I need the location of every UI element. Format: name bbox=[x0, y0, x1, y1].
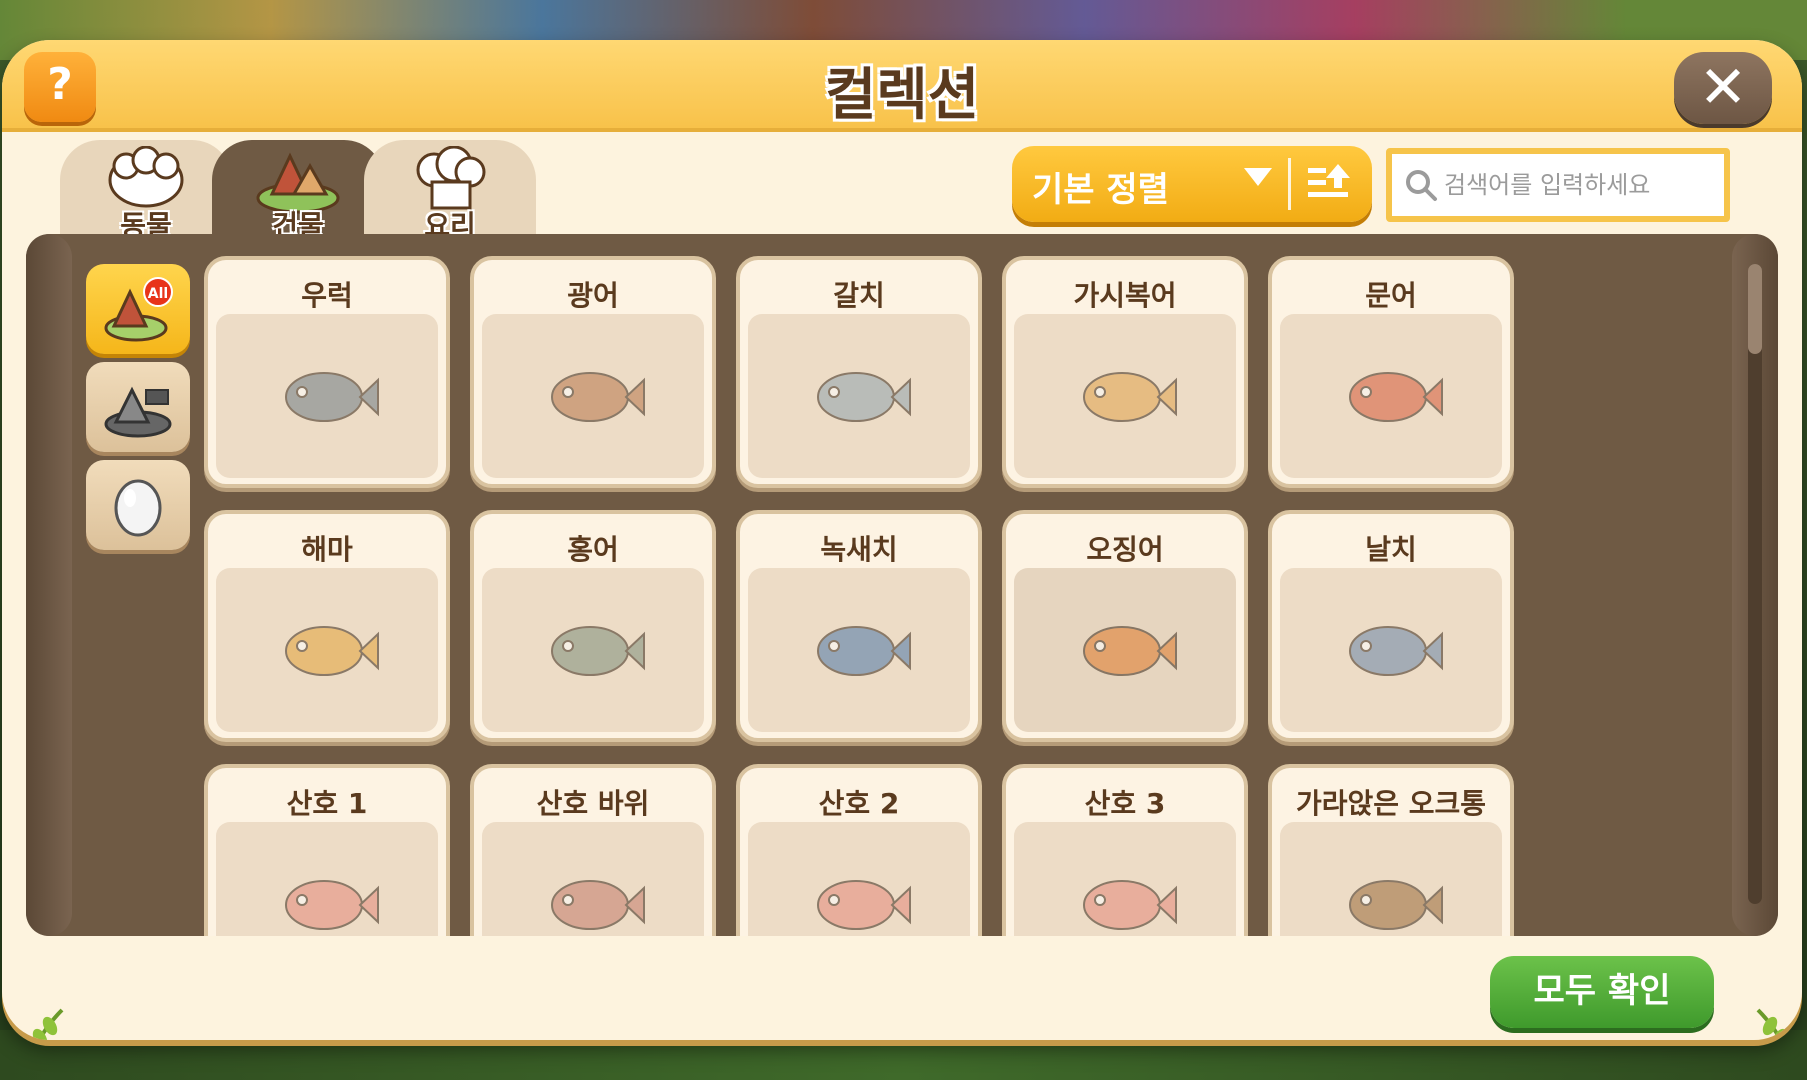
category-fence-button[interactable] bbox=[86, 362, 190, 452]
card-name: 광어 bbox=[567, 279, 619, 312]
sort-divider bbox=[1288, 158, 1291, 210]
coral-rock-icon bbox=[551, 880, 645, 930]
card-image bbox=[748, 314, 970, 478]
collection-card[interactable]: 산호 1 bbox=[204, 764, 450, 936]
squid-icon bbox=[1083, 626, 1177, 676]
barrel-icon bbox=[1349, 880, 1443, 930]
collection-dialog: ? 컬렉션 ✕ 동물 건물 요리 기본 정렬 검색어를 입력하세요 All 우럭… bbox=[2, 40, 1802, 1040]
collection-card[interactable]: 갈치 bbox=[736, 256, 982, 488]
close-button[interactable]: ✕ bbox=[1674, 52, 1772, 124]
card-name: 날치 bbox=[1365, 533, 1417, 566]
rockfish-icon bbox=[285, 372, 379, 422]
card-name: 녹새치 bbox=[820, 533, 898, 566]
collection-card[interactable]: 해마 bbox=[204, 510, 450, 742]
search-input[interactable] bbox=[1444, 160, 1714, 210]
search-icon bbox=[1406, 170, 1437, 201]
category-all-button[interactable]: All bbox=[86, 264, 190, 354]
card-name: 문어 bbox=[1365, 279, 1417, 312]
collection-card[interactable]: 녹새치 bbox=[736, 510, 982, 742]
category-egg-button[interactable] bbox=[86, 460, 190, 550]
card-name: 가라앉은 오크통 bbox=[1295, 787, 1487, 820]
title-bar: ? 컬렉션 ✕ bbox=[2, 40, 1802, 132]
ray-icon bbox=[551, 626, 645, 676]
card-image bbox=[1280, 822, 1502, 936]
card-image bbox=[216, 568, 438, 732]
search-box bbox=[1386, 148, 1730, 222]
card-name: 오징어 bbox=[1086, 533, 1164, 566]
card-image bbox=[1280, 314, 1502, 478]
collection-card[interactable]: 산호 2 bbox=[736, 764, 982, 936]
sort-label: 기본 정렬 bbox=[1032, 170, 1169, 210]
card-image bbox=[482, 822, 704, 936]
collection-card[interactable]: 날치 bbox=[1268, 510, 1514, 742]
flyingfish-icon bbox=[1349, 626, 1443, 676]
scrollbar[interactable] bbox=[1748, 264, 1762, 904]
collection-panel: All 우럭 광어 갈치 가시복어 문어해마 홍어 녹새치 오징어 날치산호 1 산호 바위 산호 … bbox=[26, 234, 1778, 936]
chevron-down-icon bbox=[1244, 168, 1272, 186]
card-name: 산호 1 bbox=[286, 787, 368, 820]
card-image bbox=[216, 822, 438, 936]
all-buildings-icon: All bbox=[104, 277, 173, 342]
octopus-icon bbox=[1349, 372, 1443, 422]
collection-card[interactable]: 우럭 bbox=[204, 256, 450, 488]
card-image bbox=[216, 314, 438, 478]
pufferfish-icon bbox=[1083, 372, 1177, 422]
card-image bbox=[1014, 568, 1236, 732]
collection-card[interactable]: 홍어 bbox=[470, 510, 716, 742]
card-name: 산호 3 bbox=[1084, 787, 1166, 820]
card-name: 홍어 bbox=[567, 533, 619, 566]
card-image bbox=[1014, 314, 1236, 478]
card-name: 가시복어 bbox=[1073, 279, 1177, 312]
all-badge: All bbox=[148, 286, 168, 302]
panel-left-rail bbox=[26, 234, 72, 936]
collection-card[interactable]: 문어 bbox=[1268, 256, 1514, 488]
panel-right-rail bbox=[1732, 234, 1778, 936]
cutlassfish-icon bbox=[817, 372, 911, 422]
coral-icon bbox=[1083, 880, 1177, 930]
card-image bbox=[482, 314, 704, 478]
fence-building-icon bbox=[104, 386, 172, 438]
collection-card[interactable]: 오징어 bbox=[1002, 510, 1248, 742]
card-name: 산호 2 bbox=[818, 787, 900, 820]
card-image bbox=[748, 822, 970, 936]
card-image bbox=[748, 568, 970, 732]
card-name: 산호 바위 bbox=[536, 787, 650, 820]
collection-card[interactable]: 산호 바위 bbox=[470, 764, 716, 936]
seahorse-icon bbox=[285, 626, 379, 676]
collection-card[interactable]: 가라앉은 오크통 bbox=[1268, 764, 1514, 936]
egg-icon bbox=[114, 479, 162, 537]
card-image bbox=[1014, 822, 1236, 936]
coral-icon bbox=[817, 880, 911, 930]
card-image bbox=[482, 568, 704, 732]
card-name: 우럭 bbox=[301, 279, 353, 312]
marlin-icon bbox=[817, 626, 911, 676]
collection-card[interactable]: 가시복어 bbox=[1002, 256, 1248, 488]
card-image bbox=[1280, 568, 1502, 732]
laurel-icon bbox=[32, 1008, 64, 1040]
card-name: 갈치 bbox=[833, 279, 885, 312]
sort-ascending-icon[interactable] bbox=[1306, 160, 1352, 206]
collection-card[interactable]: 산호 3 bbox=[1002, 764, 1248, 936]
card-name: 해마 bbox=[301, 533, 353, 566]
dialog-title: 컬렉션 bbox=[824, 63, 980, 128]
coral-icon bbox=[285, 880, 379, 930]
scrollbar-thumb[interactable] bbox=[1748, 264, 1762, 354]
collection-card[interactable]: 광어 bbox=[470, 256, 716, 488]
confirm-all-button[interactable]: 모두 확인 bbox=[1490, 956, 1714, 1028]
collection-grid: 우럭 광어 갈치 가시복어 문어해마 홍어 녹새치 오징어 날치산호 1 산호 바위 산호 2 산호 … bbox=[204, 256, 1534, 936]
sort-dropdown[interactable]: 기본 정렬 bbox=[1012, 146, 1372, 222]
close-icon: ✕ bbox=[1698, 53, 1748, 121]
laurel-icon bbox=[1756, 1008, 1788, 1040]
flounder-icon bbox=[551, 372, 645, 422]
